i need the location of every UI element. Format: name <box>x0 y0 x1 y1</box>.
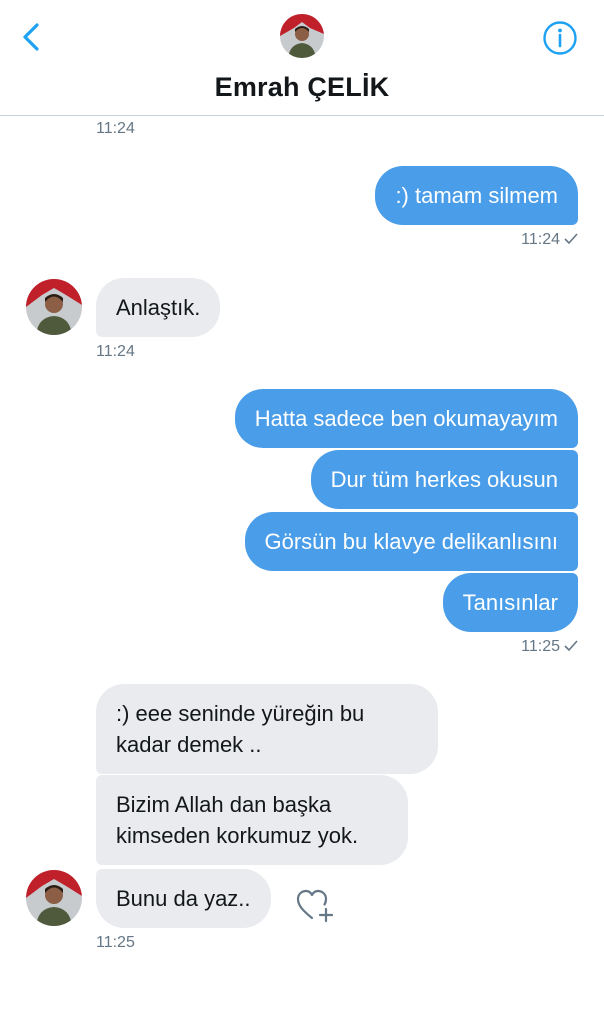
avatar-image <box>26 870 82 926</box>
message-timestamp: 11:24 <box>96 343 135 360</box>
timestamp-text: 11:25 <box>521 638 560 655</box>
sender-avatar[interactable] <box>26 279 82 335</box>
contact-avatar[interactable] <box>280 14 324 58</box>
message-timestamp-read: 11:25 <box>521 638 578 656</box>
heart-plus-icon <box>296 889 334 923</box>
outgoing-message[interactable]: Görsün bu klavye delikanlısını <box>244 512 578 571</box>
message-timestamp: 11:24 <box>96 120 135 137</box>
incoming-message[interactable]: Bizim Allah dan başka kimseden korkumuz … <box>96 775 408 865</box>
message-timestamp-read: 11:24 <box>521 231 578 249</box>
avatar-image <box>26 279 82 335</box>
chevron-left-icon <box>23 23 39 51</box>
like-message-button[interactable] <box>296 888 336 924</box>
checkmark-icon <box>564 640 578 652</box>
timestamp-text: 11:24 <box>521 231 560 248</box>
incoming-message[interactable]: Bunu da yaz.. <box>96 869 271 928</box>
back-button[interactable] <box>20 22 46 52</box>
avatar-image <box>280 14 324 58</box>
outgoing-message[interactable]: Dur tüm herkes okusun <box>310 450 578 509</box>
outgoing-message[interactable]: Hatta sadece ben okumayayım <box>234 389 578 448</box>
incoming-message[interactable]: Anlaştık. <box>96 278 221 337</box>
message-timestamp: 11:25 <box>96 934 135 951</box>
conversation-header: Emrah ÇELİK <box>0 0 604 116</box>
info-icon <box>543 21 577 55</box>
outgoing-message[interactable]: Tanısınlar <box>442 573 578 632</box>
incoming-message[interactable]: :) eee seninde yüreğin bu kadar demek .. <box>96 684 438 774</box>
info-button[interactable] <box>542 20 578 56</box>
sender-avatar[interactable] <box>26 870 82 926</box>
contact-name: Emrah ÇELİK <box>214 72 390 102</box>
checkmark-icon <box>564 233 578 245</box>
outgoing-message[interactable]: :) tamam silmem <box>375 166 578 225</box>
